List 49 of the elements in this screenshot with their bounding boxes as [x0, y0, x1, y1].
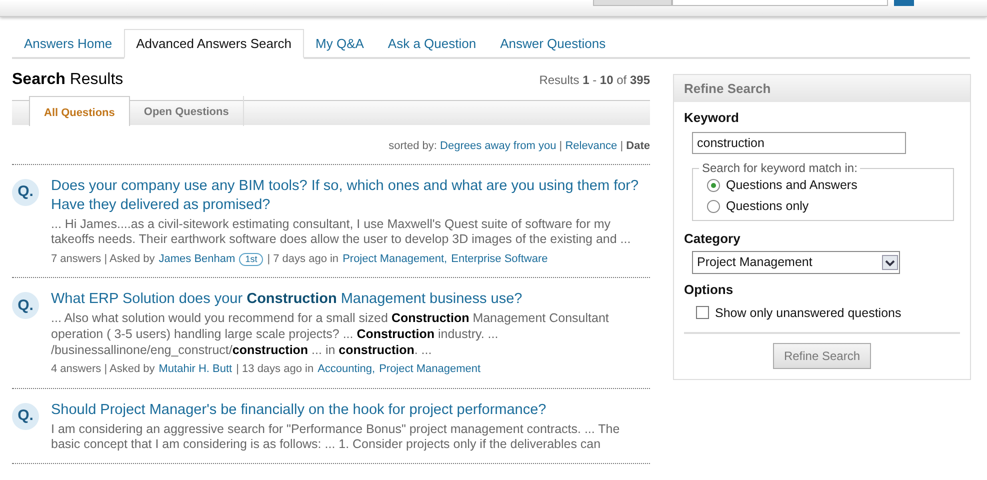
- question-link[interactable]: Should Project Manager's be financially on the hook for project performance?: [51, 400, 650, 420]
- meta-link[interactable]: James Benham: [158, 250, 236, 268]
- tab[interactable]: My Q&A: [304, 29, 376, 58]
- meta-link[interactable]: Project Management: [379, 361, 481, 378]
- results-count: Results 1 - 10 of 395: [539, 72, 650, 88]
- refine-search-button[interactable]: Refine Search: [772, 343, 872, 370]
- tab[interactable]: Advanced Answers Search: [124, 29, 304, 58]
- panel-title: Refine Search: [674, 74, 970, 102]
- degree-badge: 1st: [239, 252, 264, 266]
- checkbox[interactable]: [696, 306, 709, 320]
- meta-text: 7 answers | Asked by: [51, 252, 155, 267]
- question-snippet: ... Hi James....as a civil-sitework estimating consultant, I use Maxwell's Quest suite of software for my takeoffs needs. Their earthwork software does allow the user to develop 3D images of the existing and ...: [51, 216, 632, 248]
- meta-link[interactable]: Mutahir H. Butt: [158, 361, 232, 378]
- group-legend: Search for keyword match in:: [699, 162, 860, 174]
- field-label: Category: [684, 230, 742, 248]
- radio-label[interactable]: Questions only: [726, 197, 809, 216]
- category-dropdown[interactable]: Project Management: [692, 251, 900, 274]
- question-marker: Q.: [12, 402, 39, 430]
- tab[interactable]: Ask a Question: [376, 29, 488, 58]
- sort-link[interactable]: Relevance: [565, 140, 618, 152]
- separator: |: [620, 140, 624, 152]
- sort-link[interactable]: Degrees away from you: [440, 140, 556, 152]
- question-marker: Q.: [12, 179, 39, 206]
- subtab[interactable]: All Questions: [29, 96, 130, 126]
- question-snippet: I am considering an aggressive search for "Performance Bonus" project management contracts. ... The basic concept that I am considering is as follows: ... 1. Consider projects only if the deliverables can: [51, 422, 621, 453]
- question-link[interactable]: What ERP Solution does your Construction Management business use?: [51, 290, 650, 310]
- separator: |: [559, 140, 562, 152]
- question-marker: Q.: [12, 292, 39, 320]
- meta-text: | 7 days ago in: [267, 252, 339, 267]
- question-snippet: ... Also what solution would you recommend for a small sized Construction Management Consultant operation ( 3-5 users) handling large scale projects? ... Construction industry. ... /businessallinone/eng_construct/construction ... in construction. ...: [51, 311, 610, 358]
- radio-button[interactable]: [707, 200, 720, 213]
- subtab[interactable]: Open Questions: [130, 96, 244, 126]
- keyword-field[interactable]: construction: [692, 132, 906, 154]
- radio-button[interactable]: [707, 179, 720, 192]
- radio-label[interactable]: Questions and Answers: [726, 176, 858, 195]
- meta-text: | 13 days ago in: [236, 362, 314, 378]
- tab[interactable]: Answer Questions: [488, 29, 618, 58]
- meta-link[interactable]: Accounting,: [318, 361, 376, 378]
- meta-link[interactable]: Project Management,: [342, 250, 448, 268]
- field-label: Options: [684, 281, 734, 299]
- question-link[interactable]: Does your company use any BIM tools? If so, which ones and what are you using them for? Have they delivered as promised?: [51, 177, 650, 215]
- field-label: Keyword: [684, 109, 740, 127]
- tab[interactable]: Answers Home: [12, 29, 124, 58]
- meta-link[interactable]: Enterprise Software: [451, 250, 548, 268]
- results-heading: Search Results: [12, 70, 124, 90]
- meta-text: 4 answers | Asked by: [51, 362, 155, 378]
- sort-label: sorted by:: [388, 140, 437, 152]
- checkbox-label[interactable]: Show only unanswered questions: [715, 304, 902, 322]
- sort-option[interactable]: Date: [626, 140, 650, 152]
